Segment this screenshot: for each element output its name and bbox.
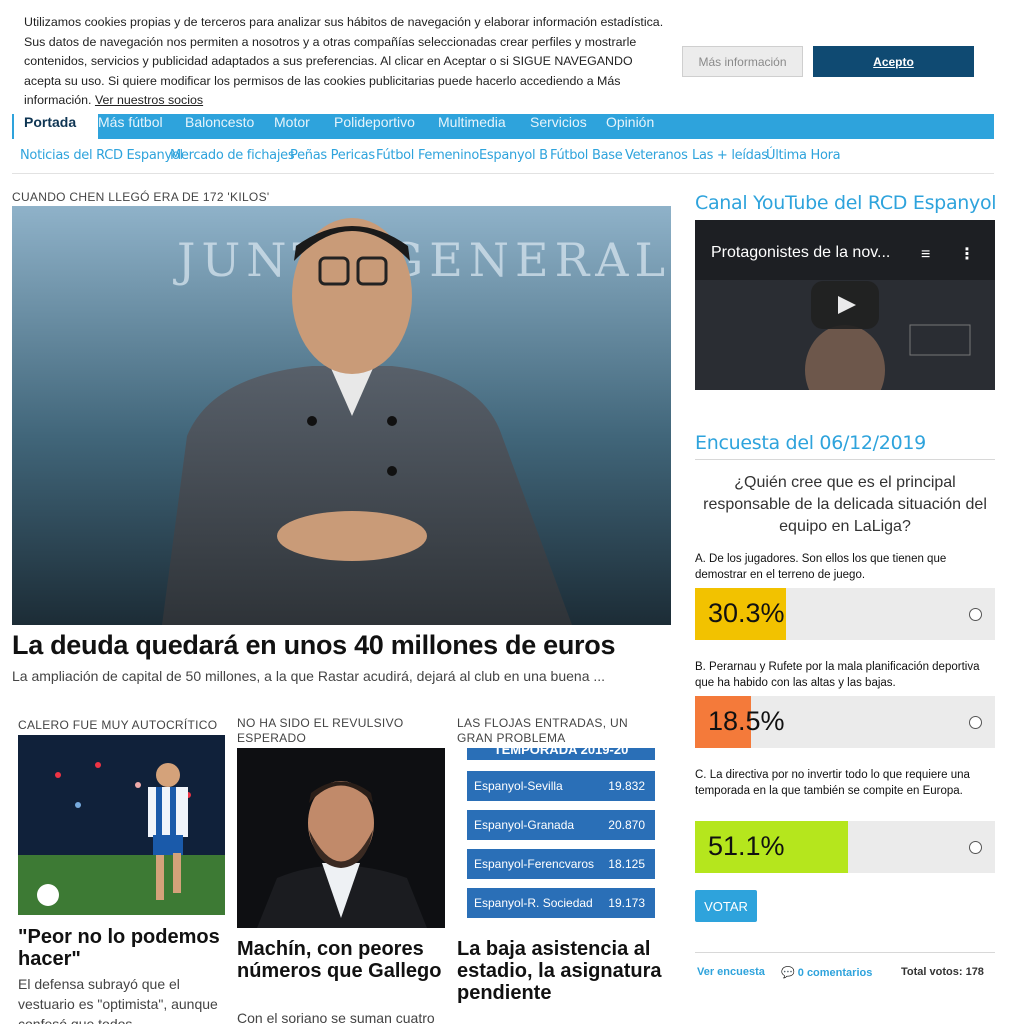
- cookie-text: Utilizamos cookies propias y de terceros…: [24, 13, 664, 111]
- divider: [695, 459, 995, 460]
- article-title[interactable]: "Peor no lo podemos hacer": [18, 926, 228, 970]
- attendance-value: 19.173: [608, 896, 645, 910]
- nav-item-opinion[interactable]: Opinión: [606, 114, 654, 130]
- subnav-item-espanyol-b[interactable]: Espanyol B: [479, 148, 548, 163]
- poll-option-label: A. De los jugadores. Son ellos los que t…: [695, 553, 947, 581]
- poll-option-percent: 18.5%: [708, 706, 785, 736]
- partners-link[interactable]: Ver nuestros socios: [95, 93, 203, 107]
- play-button-icon[interactable]: [811, 281, 879, 329]
- poll-total-votes: Total votos: 178: [901, 966, 984, 978]
- attendance-row: Espanyol-Ferencvaros 18.125: [467, 849, 655, 879]
- subnav-item-futbol-base[interactable]: Fútbol Base: [550, 148, 623, 163]
- article-kicker: LAS FLOJAS ENTRADAS, UN GRAN PROBLEMA: [457, 716, 628, 745]
- divider: [695, 952, 995, 953]
- main-nav: Portada Más fútbol Baloncesto Motor Poli…: [12, 110, 994, 139]
- youtube-video-title[interactable]: Protagonistes de la nov...: [711, 244, 890, 262]
- hero-image[interactable]: JUNTA GENERAL D: [12, 206, 671, 625]
- attendance-match: Espanyol-R. Sociedad: [474, 896, 593, 910]
- subnav-item-noticias[interactable]: Noticias del RCD Espanyol: [20, 148, 183, 163]
- sub-nav: Noticias del RCD Espanyol Mercado de fic…: [12, 140, 994, 174]
- attendance-row: Espanyol-Granada 20.870: [467, 810, 655, 840]
- playlist-icon[interactable]: ≡: [921, 246, 930, 264]
- article-kicker: NO HA SIDO EL REVULSIVO ESPERADO: [237, 716, 404, 745]
- poll-option-percent: 30.3%: [708, 598, 785, 628]
- attendance-table-image[interactable]: TEMPORADA 2019-20 Espanyol-Sevilla 19.83…: [457, 748, 665, 928]
- comments-count: 0 comentarios: [797, 967, 873, 979]
- poll-option-radio[interactable]: [969, 716, 982, 729]
- subnav-item-veteranos[interactable]: Veteranos: [625, 148, 688, 163]
- cookie-banner: Utilizamos cookies propias y de terceros…: [0, 0, 1024, 114]
- attendance-value: 19.832: [608, 779, 645, 793]
- nav-item-motor[interactable]: Motor: [274, 114, 310, 130]
- more-info-button[interactable]: Más información: [682, 46, 803, 77]
- comments-link[interactable]: 💬 0 comentarios: [781, 966, 872, 979]
- hero-summary: La ampliación de capital de 50 millones,…: [12, 668, 606, 684]
- youtube-heading: Canal YouTube del RCD Espanyol: [695, 192, 997, 214]
- poll-option-percent: 51.1%: [708, 831, 785, 861]
- article-summary: El defensa subrayó que el vestuario es "…: [18, 976, 218, 1024]
- subnav-item-penas[interactable]: Peñas Pericas: [290, 148, 375, 163]
- article-title[interactable]: Machín, con peores números que Gallego: [237, 938, 447, 982]
- nav-item-baloncesto[interactable]: Baloncesto: [185, 114, 254, 130]
- hero-image-backdrop-text: JUNTA GENERAL D: [173, 233, 671, 287]
- nav-item-polideportivo[interactable]: Polideportivo: [334, 114, 415, 130]
- view-poll-link[interactable]: Ver encuesta: [697, 966, 765, 978]
- poll-option-radio[interactable]: [969, 841, 982, 854]
- attendance-value: 20.870: [608, 818, 645, 832]
- nav-item-multimedia[interactable]: Multimedia: [438, 114, 506, 130]
- nav-item-mas-futbol[interactable]: Más fútbol: [98, 114, 163, 130]
- poll-option-radio[interactable]: [969, 608, 982, 621]
- poll-option-label: C. La directiva por no invertir todo lo …: [695, 769, 970, 797]
- attendance-match: Espanyol-Sevilla: [474, 779, 563, 793]
- article-kicker: CALERO FUE MUY AUTOCRÍTICO: [18, 718, 218, 732]
- subnav-item-femenino[interactable]: Fútbol Femenino: [376, 148, 479, 163]
- poll-question: ¿Quién cree que es el principal responsa…: [703, 474, 987, 535]
- attendance-table-header: TEMPORADA 2019-20: [467, 748, 655, 760]
- subnav-item-mercado[interactable]: Mercado de fichajes: [170, 148, 295, 163]
- article-image[interactable]: [18, 735, 225, 915]
- article-title[interactable]: La baja asistencia al estadio, la asigna…: [457, 938, 667, 1004]
- comment-icon: 💬: [781, 967, 795, 979]
- attendance-match: Espanyol-Ferencvaros: [474, 857, 595, 871]
- vote-button[interactable]: VOTAR: [695, 890, 757, 922]
- youtube-video-player[interactable]: Protagonistes de la nov... ≡ ⋮: [695, 220, 995, 390]
- attendance-row: Espanyol-Sevilla 19.832: [467, 771, 655, 801]
- poll-option-bar[interactable]: 30.3%: [695, 588, 995, 640]
- subnav-item-mas-leidas[interactable]: Las + leídas: [692, 148, 768, 163]
- nav-item-portada[interactable]: Portada: [14, 110, 98, 139]
- accept-cookies-button[interactable]: Acepto: [813, 46, 974, 77]
- poll-heading: Encuesta del 06/12/2019: [695, 432, 926, 454]
- article-summary: Con el soriano se suman cuatro: [237, 1010, 435, 1024]
- more-options-icon[interactable]: ⋮: [959, 244, 975, 264]
- attendance-row: Espanyol-R. Sociedad 19.173: [467, 888, 655, 918]
- subnav-item-ultima-hora[interactable]: Última Hora: [766, 148, 841, 163]
- article-image[interactable]: [237, 748, 445, 928]
- attendance-value: 18.125: [608, 857, 645, 871]
- attendance-match: Espanyol-Granada: [474, 818, 575, 832]
- poll-option-label: B. Perarnau y Rufete por la mala planifi…: [695, 661, 980, 689]
- hero-title[interactable]: La deuda quedará en unos 40 millones de …: [12, 630, 615, 661]
- poll-option-bar[interactable]: 51.1%: [695, 821, 995, 873]
- nav-item-servicios[interactable]: Servicios: [530, 114, 587, 130]
- poll-option-bar[interactable]: 18.5%: [695, 696, 995, 748]
- hero-kicker: CUANDO CHEN LLEGÓ ERA DE 172 'KILOS': [12, 190, 270, 204]
